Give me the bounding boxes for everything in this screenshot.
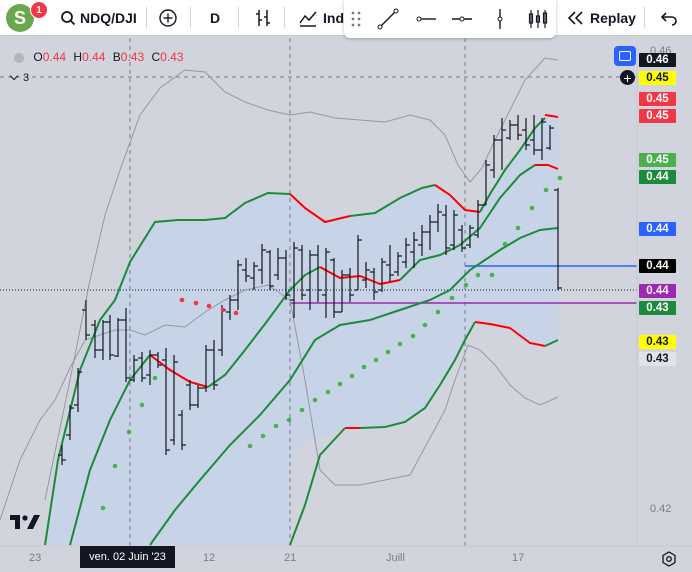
low-label: B (112, 50, 121, 64)
psar-dot (373, 357, 379, 363)
price-tag: 0.43 (639, 352, 676, 366)
time-tick: 23 (29, 552, 42, 564)
psar-dot (557, 175, 563, 181)
price-tag: 0.45 (639, 71, 676, 85)
time-tick: Juill (386, 552, 405, 564)
band-upper-red-3 (544, 114, 559, 118)
indicators-toggle[interactable]: 3 (9, 71, 30, 84)
psar-dot (349, 373, 355, 379)
psar-dot (515, 225, 521, 231)
settings-button[interactable] (661, 551, 677, 567)
close-value: 0.43 (160, 50, 184, 64)
high-value: 0.44 (82, 50, 106, 64)
open-value: 0.44 (42, 50, 67, 64)
psar-dot (193, 300, 199, 306)
ohlc-bar (490, 135, 498, 178)
collapse-legend-icon[interactable] (14, 52, 24, 63)
ohlc-bar (514, 115, 522, 140)
open-label: O (33, 50, 43, 64)
psar-dot (502, 241, 508, 247)
psar-dot (126, 429, 132, 435)
psar-dot (152, 375, 158, 381)
price-tag: 0.44 (639, 170, 676, 184)
psar-dot (260, 433, 266, 439)
ohlc-legend: O0.44 H0.44 B0.43 C0.43 (14, 50, 184, 64)
crosshair-time-label: ven. 02 Juin '23 (80, 546, 175, 568)
psar-dot (233, 310, 239, 316)
auto-scale-button[interactable] (614, 46, 636, 66)
time-tick: 12 (203, 552, 216, 564)
price-tag: 0.43 (639, 335, 676, 349)
time-tick: 17 (512, 552, 525, 564)
chart-pane[interactable] (0, 0, 692, 572)
psar-dot (273, 423, 279, 429)
psar-dot (475, 272, 481, 278)
price-tag: 0.43 (639, 301, 676, 315)
psar-dot (449, 295, 455, 301)
add-alert-button[interactable]: + (620, 70, 635, 85)
time-tick: 21 (284, 552, 297, 564)
price-tag: 0.46 (639, 53, 676, 67)
psar-dot (220, 307, 226, 313)
psar-dot (247, 443, 253, 449)
psar-dot (100, 505, 106, 511)
gear-icon (662, 551, 676, 567)
psar-dot (397, 341, 403, 347)
price-tag: 0.45 (639, 153, 676, 167)
price-tag: 0.44 (639, 284, 676, 298)
bollinger-band-fill (45, 118, 558, 545)
psar-dot (312, 397, 318, 403)
tradingview-logo (10, 515, 40, 529)
ohlc-bar (506, 120, 514, 140)
close-label: C (151, 50, 161, 64)
high-label: H (73, 50, 83, 64)
psar-dot (422, 322, 428, 328)
psar-dot (112, 463, 118, 469)
psar-dot (529, 205, 535, 211)
chevron-down-icon (9, 71, 19, 81)
psar-dot (361, 364, 367, 370)
psar-dot (337, 381, 343, 387)
psar-dot (463, 282, 469, 288)
psar-dot (325, 389, 331, 395)
psar-dot (543, 187, 549, 193)
psar-dot (385, 349, 391, 355)
price-tag: 0.44 (639, 222, 676, 236)
psar-dot (410, 333, 416, 339)
price-tag: 0.44 (639, 259, 676, 273)
price-tag: 0.45 (639, 109, 676, 123)
psar-dot (179, 297, 185, 303)
psar-dot (299, 407, 305, 413)
psar-dot (286, 417, 292, 423)
indicators-count: 3 (23, 72, 30, 84)
low-value: 0.43 (120, 50, 145, 64)
psar-dot (139, 402, 145, 408)
ohlc-bar (498, 118, 506, 170)
price-tick: 0.42 (650, 503, 672, 515)
psar-dot (435, 309, 441, 315)
psar-dot (489, 272, 495, 278)
ohlc-bar (82, 300, 90, 340)
psar-dot (206, 303, 212, 309)
auto-scale-icon (619, 51, 631, 61)
price-tag (639, 391, 676, 405)
price-tag: 0.45 (639, 92, 676, 106)
plus-icon: + (623, 69, 632, 86)
